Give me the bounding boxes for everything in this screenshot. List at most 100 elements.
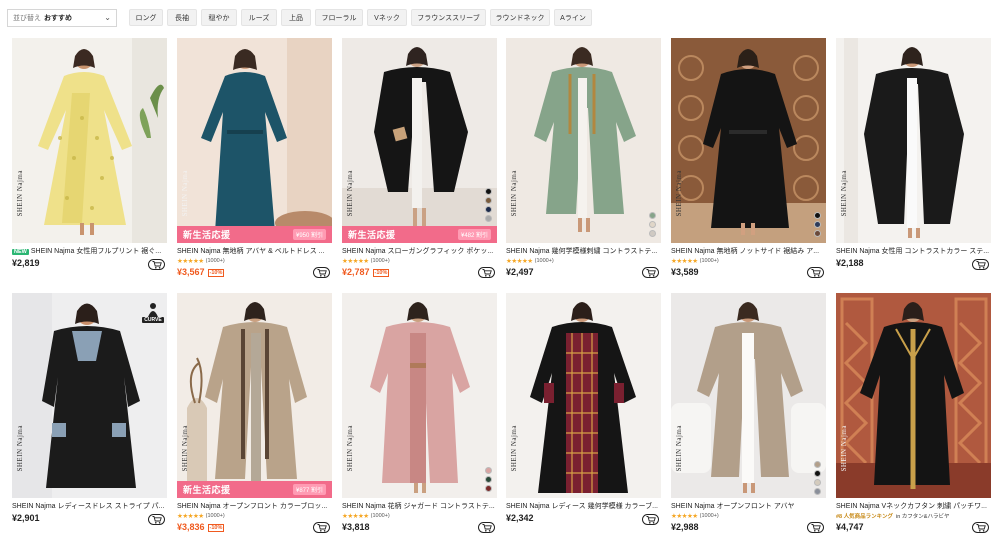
brand-watermark: SHEIN Najma — [840, 425, 848, 472]
filter-chip[interactable]: 穏やか — [201, 9, 237, 26]
color-swatch[interactable] — [484, 215, 492, 222]
product-card[interactable]: SHEIN Najma SHEIN Najma レディース 幾何学模様 カラーブ… — [506, 293, 661, 533]
filter-chip[interactable]: 長袖 — [167, 9, 197, 26]
product-image[interactable]: SHEIN Najma 新生活応援 ¥877 割引 — [177, 293, 332, 498]
product-rating: ★★★★★ (1000+) — [177, 513, 225, 520]
color-swatch[interactable] — [813, 470, 821, 477]
color-swatches — [483, 467, 493, 492]
product-rating: ★★★★★ (1000+) — [506, 258, 554, 265]
brand-watermark: SHEIN Najma — [510, 170, 518, 217]
promo-banner-text: 新生活応援 — [183, 230, 231, 240]
cart-icon — [646, 515, 656, 524]
product-image[interactable]: SHEIN Najma — [506, 38, 661, 243]
color-swatch[interactable] — [484, 485, 492, 492]
add-to-cart-button[interactable] — [972, 259, 989, 270]
promo-banner-text: 新生活応援 — [348, 230, 396, 240]
promo-banner-discount: ¥877 割引 — [292, 484, 326, 495]
add-to-cart-button[interactable] — [642, 514, 659, 525]
product-price: ¥2,188 — [836, 258, 864, 268]
add-to-cart-button[interactable] — [148, 259, 165, 270]
product-price: ¥2,497 — [506, 267, 534, 277]
product-image[interactable]: SHEIN Najma — [836, 293, 991, 498]
color-swatch[interactable] — [813, 230, 821, 237]
filter-bar: 並び替え おすすめ ⌄ ロング 長袖 穏やか ルーズ 上品 フローラル Vネック… — [0, 0, 1004, 36]
sort-value: おすすめ — [44, 15, 72, 22]
new-badge: NEW — [12, 249, 29, 255]
color-swatch[interactable] — [484, 206, 492, 213]
add-to-cart-button[interactable] — [313, 522, 330, 533]
chevron-down-icon: ⌄ — [104, 13, 111, 22]
product-image[interactable]: SHEIN Najma — [836, 38, 991, 243]
cart-icon — [976, 260, 986, 269]
add-to-cart-button[interactable] — [807, 522, 824, 533]
color-swatch[interactable] — [813, 212, 821, 219]
star-rating-icon: ★★★★★ — [506, 258, 533, 265]
add-to-cart-button[interactable] — [478, 522, 495, 533]
product-image[interactable]: SHEIN Najma — [342, 293, 497, 498]
color-swatch[interactable] — [484, 188, 492, 195]
discount-badge: -10% — [207, 524, 225, 532]
product-card[interactable]: SHEIN Najma SHEIN Najma Vネックカフタン 刺繍 パッチワ… — [836, 293, 991, 533]
cart-icon — [482, 523, 492, 532]
product-card[interactable]: SHEIN Najma 新生活応援 ¥877 割引 SHEIN Najma オー… — [177, 293, 332, 533]
promo-banner-text: 新生活応援 — [183, 485, 231, 495]
product-rating: ★★★★★ (1000+) — [177, 258, 225, 265]
filter-chip[interactable]: フローラル — [315, 9, 363, 26]
cart-icon — [152, 260, 162, 269]
add-to-cart-button[interactable] — [148, 514, 165, 525]
filter-chip[interactable]: ラウンドネック — [490, 9, 550, 26]
brand-watermark: SHEIN Najma — [181, 170, 189, 217]
star-rating-icon: ★★★★★ — [342, 258, 369, 265]
product-card[interactable]: SHEIN Najma SHEIN Najma オープンフロント アバヤ ★★★… — [671, 293, 826, 533]
add-to-cart-button[interactable] — [313, 267, 330, 278]
product-card[interactable]: SHEIN Najma NEW SHEIN Najma 女性用フルプリント 裾ぐ.… — [12, 38, 167, 273]
color-swatch[interactable] — [648, 212, 656, 219]
add-to-cart-button[interactable] — [972, 522, 989, 533]
product-rating: ★★★★★ (1000+) — [342, 258, 390, 265]
color-swatch[interactable] — [648, 221, 656, 228]
ranking-category[interactable]: in カフタン&ハラビヤ — [896, 512, 949, 520]
color-swatch[interactable] — [813, 221, 821, 228]
color-swatch[interactable] — [484, 197, 492, 204]
filter-chip[interactable]: フラウンススリーブ — [411, 9, 486, 26]
color-swatch[interactable] — [484, 467, 492, 474]
product-image[interactable]: SHEIN Najma 新生活応援 ¥950 割引 — [177, 38, 332, 243]
color-swatches — [812, 461, 822, 495]
product-card[interactable]: SHEIN Najma SHEIN Najma 花柄 ジャガード コントラストテ… — [342, 293, 497, 533]
add-to-cart-button[interactable] — [478, 267, 495, 278]
cart-icon — [482, 268, 492, 277]
color-swatch[interactable] — [813, 479, 821, 486]
add-to-cart-button[interactable] — [807, 267, 824, 278]
filter-chip[interactable]: ルーズ — [241, 9, 277, 26]
filter-chip[interactable]: Aライン — [554, 9, 592, 26]
product-card[interactable]: SHEIN Najma CURVE SHEIN Najma レディースドレス ス… — [12, 293, 167, 533]
product-image[interactable]: SHEIN Najma CURVE — [12, 293, 167, 498]
product-image[interactable]: SHEIN Najma 新生活応援 ¥482 割引 — [342, 38, 497, 243]
brand-watermark: SHEIN Najma — [510, 425, 518, 472]
add-to-cart-button[interactable] — [642, 267, 659, 278]
product-price: ¥4,747 — [836, 522, 864, 532]
product-price: ¥3,589 — [671, 267, 699, 277]
color-swatch[interactable] — [813, 461, 821, 468]
product-title: SHEIN Najma オープンフロント カラーブロッ... — [177, 503, 328, 510]
product-image[interactable]: SHEIN Najma — [12, 38, 167, 243]
product-image[interactable]: SHEIN Najma — [671, 38, 826, 243]
product-card[interactable]: SHEIN Najma SHEIN Najma 無地柄 ノットサイド 裾結み ア… — [671, 38, 826, 278]
product-card[interactable]: SHEIN Najma 新生活応援 ¥482 割引 SHEIN Najma スロ… — [342, 38, 497, 278]
color-swatch[interactable] — [813, 488, 821, 495]
product-price: ¥2,819 — [12, 258, 40, 268]
filter-chip[interactable]: 上品 — [281, 9, 311, 26]
product-image[interactable]: SHEIN Najma — [671, 293, 826, 498]
product-card[interactable]: SHEIN Najma SHEIN Najma 女性用 コントラストカラー ステ… — [836, 38, 991, 273]
sort-label: 並び替え — [13, 15, 41, 22]
color-swatch[interactable] — [648, 230, 656, 237]
filter-chip[interactable]: Vネック — [367, 9, 407, 26]
sort-dropdown[interactable]: 並び替え おすすめ ⌄ — [7, 9, 117, 27]
product-image[interactable]: SHEIN Najma — [506, 293, 661, 498]
color-swatch[interactable] — [484, 476, 492, 483]
filter-chip[interactable]: ロング — [129, 9, 163, 26]
brand-watermark: SHEIN Najma — [675, 425, 683, 472]
product-rating: ★★★★★ (1000+) — [671, 258, 719, 265]
product-card[interactable]: SHEIN Najma 新生活応援 ¥950 割引 SHEIN Najma 無地… — [177, 38, 332, 278]
product-card[interactable]: SHEIN Najma SHEIN Najma 幾何学模様刺繍 コントラストテ.… — [506, 38, 661, 278]
